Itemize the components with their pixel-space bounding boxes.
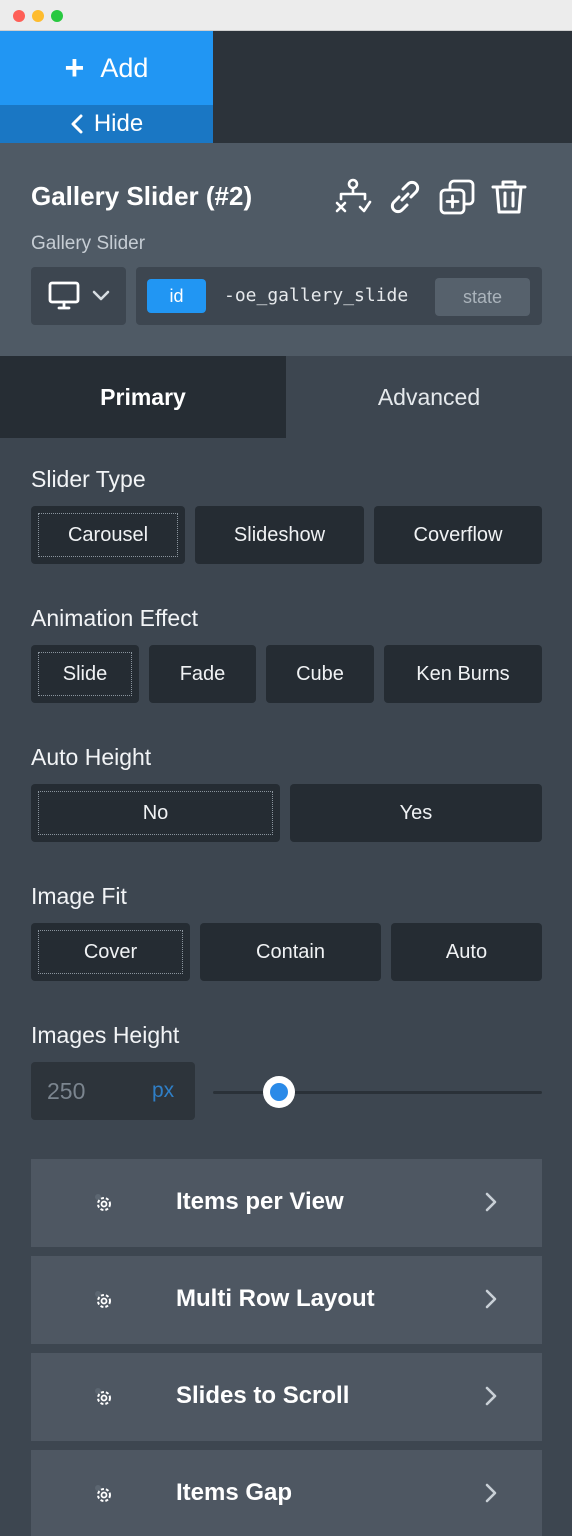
- slider-type-coverflow[interactable]: Coverflow: [374, 506, 542, 564]
- add-button[interactable]: + Add: [0, 31, 213, 105]
- structure-icon[interactable]: [333, 177, 373, 217]
- section-label: Items per View: [176, 1188, 344, 1215]
- element-title: Gallery Slider (#2): [31, 181, 253, 211]
- animation-fade[interactable]: Fade: [149, 645, 256, 703]
- gear-icon: [95, 1485, 111, 1502]
- slider-type-slideshow[interactable]: Slideshow: [195, 506, 364, 564]
- section-slides-to-scroll[interactable]: Slides to Scroll: [31, 1353, 542, 1441]
- images-height-unit[interactable]: px: [152, 1079, 174, 1103]
- selector-value[interactable]: -oe_gallery_slide: [224, 285, 429, 306]
- image-fit-label: Image Fit: [31, 883, 127, 909]
- images-height-label: Images Height: [31, 1022, 180, 1048]
- auto-height-yes[interactable]: Yes: [290, 784, 542, 842]
- selector-type-badge[interactable]: id: [147, 279, 206, 313]
- image-fit-auto[interactable]: Auto: [391, 923, 542, 981]
- desktop-icon: [48, 281, 79, 310]
- hide-button-label: Hide: [93, 110, 144, 137]
- slider-type-carousel[interactable]: Carousel: [31, 506, 185, 564]
- element-subtitle: Gallery Slider: [31, 233, 146, 254]
- close-window-button[interactable]: [13, 10, 25, 22]
- image-fit-cover[interactable]: Cover: [31, 923, 190, 981]
- section-items-gap[interactable]: Items Gap: [31, 1450, 542, 1536]
- chevron-left-icon: [71, 114, 83, 134]
- add-button-label: Add: [100, 52, 149, 83]
- top-toolbar: + Add Hide: [0, 31, 572, 143]
- element-actions: [333, 177, 529, 217]
- tab-primary[interactable]: Primary: [0, 356, 286, 438]
- auto-height-no[interactable]: No: [31, 784, 280, 842]
- section-label: Multi Row Layout: [176, 1285, 375, 1312]
- window-titlebar: [0, 0, 572, 31]
- section-label: Slides to Scroll: [176, 1382, 350, 1409]
- trash-icon[interactable]: [489, 177, 529, 217]
- section-multi-row-layout[interactable]: Multi Row Layout: [31, 1256, 542, 1344]
- gear-icon: [95, 1291, 111, 1308]
- duplicate-icon[interactable]: [437, 177, 477, 217]
- selector-field[interactable]: id -oe_gallery_slide state: [136, 267, 542, 325]
- images-height-input[interactable]: 250 px: [31, 1062, 195, 1120]
- chevron-right-icon: [485, 1483, 497, 1503]
- chevron-down-icon: [92, 290, 109, 301]
- maximize-window-button[interactable]: [51, 10, 63, 22]
- section-label: Items Gap: [176, 1479, 293, 1506]
- panel-tabs: Primary Advanced: [0, 356, 572, 438]
- minimize-window-button[interactable]: [32, 10, 44, 22]
- section-items-per-view[interactable]: Items per View: [31, 1159, 542, 1247]
- slider-type-label: Slider Type: [31, 466, 146, 492]
- animation-effect-label: Animation Effect: [31, 605, 199, 631]
- chevron-right-icon: [485, 1386, 497, 1406]
- gear-icon: [95, 1388, 111, 1405]
- element-header: Gallery Slider (#2) Gallery Slider id -o…: [0, 143, 572, 356]
- animation-ken-burns[interactable]: Ken Burns: [384, 645, 542, 703]
- animation-slide[interactable]: Slide: [31, 645, 139, 703]
- plus-icon: +: [64, 49, 85, 87]
- chevron-right-icon: [485, 1192, 497, 1212]
- images-height-placeholder: 250: [47, 1078, 86, 1104]
- link-icon[interactable]: [385, 177, 425, 217]
- hide-button[interactable]: Hide: [0, 105, 213, 143]
- auto-height-label: Auto Height: [31, 744, 152, 770]
- gear-icon: [95, 1194, 111, 1211]
- device-selector[interactable]: [31, 267, 126, 325]
- images-height-slider-thumb[interactable]: [262, 1076, 295, 1108]
- animation-cube[interactable]: Cube: [266, 645, 374, 703]
- state-button[interactable]: state: [435, 278, 530, 316]
- tab-advanced[interactable]: Advanced: [286, 356, 572, 438]
- chevron-right-icon: [485, 1289, 497, 1309]
- image-fit-contain[interactable]: Contain: [200, 923, 381, 981]
